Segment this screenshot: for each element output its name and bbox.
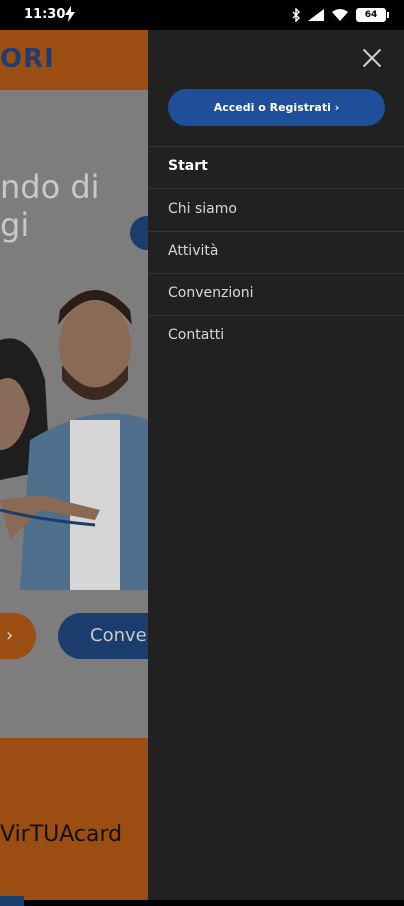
menu-item-attivita[interactable]: Attività [168,243,388,259]
promo-button [0,896,24,906]
login-register-button[interactable]: Accedi o Registrati › [168,89,385,126]
signal-icon [308,9,324,21]
status-time: 11:30 [24,7,66,22]
bolt-icon [65,6,75,22]
battery-icon: 64 [356,8,389,22]
status-bar: 11:30 64 [0,0,404,30]
hero-line-1: ndo di [0,168,100,206]
hero-arrow-button: › [0,613,36,659]
bluetooth-icon [292,8,300,22]
status-icons: 64 [292,8,389,22]
hero-line-2: gi [0,206,30,244]
divider [148,315,404,316]
divider [148,146,404,147]
divider [148,273,404,274]
hero-image [0,270,148,590]
menu-item-chi-siamo[interactable]: Chi siamo [168,201,388,217]
promo-section: VirTUAcard [0,738,148,906]
promo-title: VirTUAcard [0,822,123,847]
site-logo: ORI [0,44,55,74]
site-header: ORI [0,30,148,90]
divider [148,188,404,189]
menu-item-contatti[interactable]: Contatti [168,327,388,343]
hero-heading: ndo di gi [0,168,100,244]
close-icon[interactable] [362,48,382,68]
navigation-drawer: Accedi o Registrati › Start Chi siamo At… [148,30,404,900]
wifi-icon [332,9,348,21]
menu-item-convenzioni[interactable]: Convenzioni [168,285,388,301]
divider [148,231,404,232]
menu-item-start[interactable]: Start [168,158,388,174]
